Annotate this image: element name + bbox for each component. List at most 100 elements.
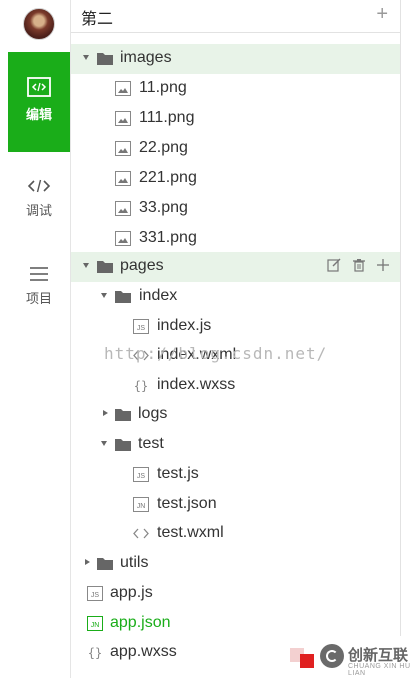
expand-arrow-icon[interactable] [101,293,107,298]
add-icon[interactable] [376,258,390,277]
folder-label: logs [138,405,168,422]
nav-label-project: 项目 [25,291,52,306]
folder-icon [97,53,113,65]
js-file-icon: JS [87,586,103,601]
js-file-icon: JS [133,319,149,334]
file-row[interactable]: {} index.wxss [71,371,400,401]
file-label: 22.png [139,139,188,156]
collapse-arrow-icon[interactable] [85,559,90,565]
file-row[interactable]: test.wxml [71,519,400,549]
logo-circle-icon [320,644,344,668]
file-label: index.wxml [157,346,237,363]
folder-label: utils [120,554,149,571]
project-title: 第二 [81,11,114,28]
file-label: 331.png [139,229,197,246]
svg-text:{}: {} [88,646,102,660]
file-row[interactable]: JS test.js [71,460,400,490]
svg-text:JS: JS [137,325,146,332]
file-row[interactable]: 33.png [71,194,400,224]
brand-logo: 创新互联 CHUANG XIN HU LIAN [288,636,420,678]
image-file-icon [115,111,131,126]
file-row[interactable]: 22.png [71,134,400,164]
logo-square-red [300,654,314,668]
file-label: app.wxss [110,643,177,660]
file-row[interactable]: 331.png [71,224,400,254]
code-tag-icon [133,528,149,539]
svg-text:JS: JS [91,592,100,599]
logo-name: 创新互联 [348,647,409,664]
code-brackets-icon [27,179,51,193]
folder-row-utils[interactable]: utils [71,549,400,579]
file-row[interactable]: 111.png [71,104,400,134]
add-file-plus-icon[interactable]: + [376,3,388,26]
image-file-icon [115,201,131,216]
file-row-active[interactable]: JN app.json [71,609,400,639]
file-row[interactable]: index.wxml [71,341,400,371]
file-row[interactable]: 11.png [71,74,400,104]
nav-label-debug: 调试 [25,203,52,218]
folder-row-pages[interactable]: pages [71,252,400,282]
logo-subtitle: CHUANG XIN HU LIAN [348,663,411,677]
json-file-icon: JN [87,616,103,631]
svg-text:JS: JS [137,473,146,480]
folder-icon [97,261,113,273]
image-file-icon [115,171,131,186]
file-row[interactable]: 221.png [71,164,400,194]
svg-text:JN: JN [91,622,100,629]
nav-item-project[interactable]: 项目 [8,248,70,348]
folder-label: pages [120,257,164,274]
expand-arrow-icon[interactable] [83,263,89,268]
file-label: test.js [157,465,199,482]
folder-row-images[interactable]: images [71,44,400,74]
file-row[interactable]: JS app.js [71,579,400,609]
folder-label: images [120,49,172,66]
folder-icon [115,291,131,303]
file-label: test.wxml [157,524,224,541]
nav-item-debug[interactable]: 调试 [8,160,70,260]
code-editor-icon [27,77,51,97]
file-label: 221.png [139,169,197,186]
svg-text:JN: JN [137,503,146,510]
file-label: 33.png [139,199,188,216]
folder-icon [115,409,131,421]
edit-icon[interactable] [327,258,341,277]
folder-label: test [138,435,164,452]
folder-row-test[interactable]: test [71,430,400,460]
tree-header: 第二 + [71,0,400,33]
file-tree-panel: 第二 + images 11.png 111.png 22.png 221.pn… [71,0,401,678]
file-label: test.json [157,495,217,512]
file-row[interactable]: JS index.js [71,312,400,342]
trash-icon[interactable] [352,258,366,277]
image-file-icon [115,81,131,96]
user-avatar[interactable] [23,8,55,40]
file-label: index.wxss [157,376,236,393]
curly-braces-icon: {} [88,646,102,660]
file-label: 111.png [139,109,195,126]
file-row[interactable]: JN test.json [71,490,400,520]
file-label: index.js [157,317,212,334]
nav-label-editor: 编辑 [25,107,52,122]
file-label: 11.png [139,79,187,96]
file-label: app.json [110,614,171,631]
folder-label: index [139,287,178,304]
avatar-area [8,0,70,52]
nav-item-editor[interactable]: 编辑 [8,52,70,152]
folder-icon [97,558,113,570]
js-file-icon: JS [133,467,149,482]
svg-text:{}: {} [134,379,148,393]
expand-arrow-icon[interactable] [83,55,89,60]
image-file-icon [115,231,131,246]
code-tag-icon [133,350,149,361]
folder-icon [115,439,131,451]
folder-actions [321,258,390,276]
image-file-icon [115,141,131,156]
expand-arrow-icon[interactable] [101,441,107,446]
menu-lines-icon [30,267,48,281]
folder-row-index[interactable]: index [71,282,400,312]
left-sidebar: 编辑 调试 项目 [8,0,71,678]
collapse-arrow-icon[interactable] [103,410,108,416]
curly-braces-icon: {} [134,379,148,393]
file-label: app.js [110,584,153,601]
json-file-icon: JN [133,497,149,512]
folder-row-logs[interactable]: logs [71,400,400,430]
